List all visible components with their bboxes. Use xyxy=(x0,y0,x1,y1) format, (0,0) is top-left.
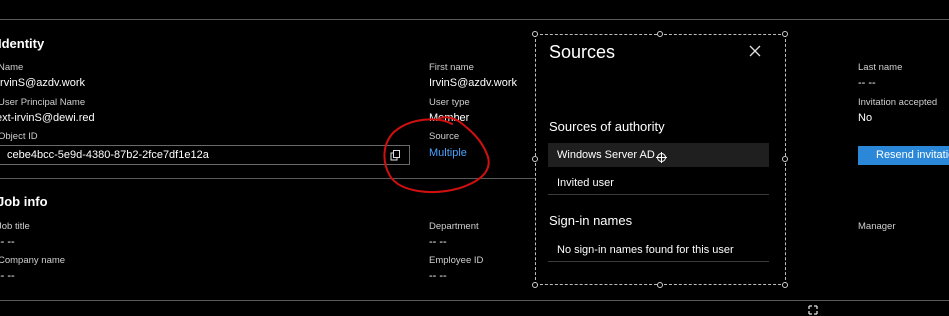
lastname-label: Last name xyxy=(858,62,903,73)
signin-empty-row: No sign-in names found for this user xyxy=(548,238,769,262)
sources-panel-title: Sources xyxy=(549,42,616,62)
selection-handle[interactable] xyxy=(532,31,538,37)
selection-handle[interactable] xyxy=(657,282,663,288)
annotation-circle xyxy=(383,116,490,193)
employee-label: Employee ID xyxy=(429,255,484,266)
department-label: Department xyxy=(429,221,479,232)
authority-item[interactable]: Windows Server AD xyxy=(548,143,769,167)
authority-item-label: Windows Server AD xyxy=(557,149,655,161)
department-value: -- -- xyxy=(429,236,447,248)
upn-value: ext-irvinS@dewi.red xyxy=(0,112,95,124)
jobtitle-label: Job title xyxy=(0,221,30,232)
top-divider xyxy=(0,19,949,20)
usertype-label: User type xyxy=(429,97,470,108)
selection-handle[interactable] xyxy=(782,156,788,162)
jobinfo-heading: Job info xyxy=(0,194,48,209)
name-value: IrvinS@azdv.work xyxy=(0,77,85,89)
selection-handle[interactable] xyxy=(782,282,788,288)
company-value: -- -- xyxy=(0,270,15,282)
objectid-label: Object ID xyxy=(0,131,38,142)
resend-invitation-button[interactable]: Resend invitation xyxy=(858,146,949,165)
resize-icon[interactable] xyxy=(808,305,818,315)
identity-heading: Identity xyxy=(0,36,45,51)
objectid-value: cebe4bcc-5e9d-4380-87b2-2fce7df1e12a xyxy=(7,149,209,161)
close-button[interactable] xyxy=(745,41,765,61)
firstname-value: IrvinS@azdv.work xyxy=(429,77,517,89)
selection-handle[interactable] xyxy=(532,282,538,288)
lastname-value: -- -- xyxy=(858,77,876,89)
bottom-divider xyxy=(0,300,949,301)
invitation-value: No xyxy=(858,112,873,124)
cursor-crosshair-icon xyxy=(656,152,667,163)
objectid-field[interactable]: cebe4bcc-5e9d-4380-87b2-2fce7df1e12a xyxy=(0,145,410,165)
signin-names-heading: Sign-in names xyxy=(549,213,633,228)
employee-value: -- -- xyxy=(429,270,447,282)
selection-handle[interactable] xyxy=(532,156,538,162)
jobtitle-value: -- -- xyxy=(0,236,15,248)
manager-label: Manager xyxy=(858,221,896,232)
company-label: Company name xyxy=(0,255,66,266)
invitation-label: Invitation accepted xyxy=(858,97,938,108)
selection-handle[interactable] xyxy=(782,31,788,37)
sources-of-authority-heading: Sources of authority xyxy=(549,119,665,134)
signin-empty-text: No sign-in names found for this user xyxy=(557,244,734,256)
selection-handle[interactable] xyxy=(657,31,663,37)
authority-item[interactable]: Invited user xyxy=(548,171,769,195)
sources-panel: Sources Sources of authority Windows Ser… xyxy=(535,34,786,285)
authority-item-label: Invited user xyxy=(557,177,614,189)
close-icon xyxy=(749,45,761,57)
name-label: Name xyxy=(0,62,24,73)
firstname-label: First name xyxy=(429,62,474,73)
upn-label: User Principal Name xyxy=(0,97,86,108)
